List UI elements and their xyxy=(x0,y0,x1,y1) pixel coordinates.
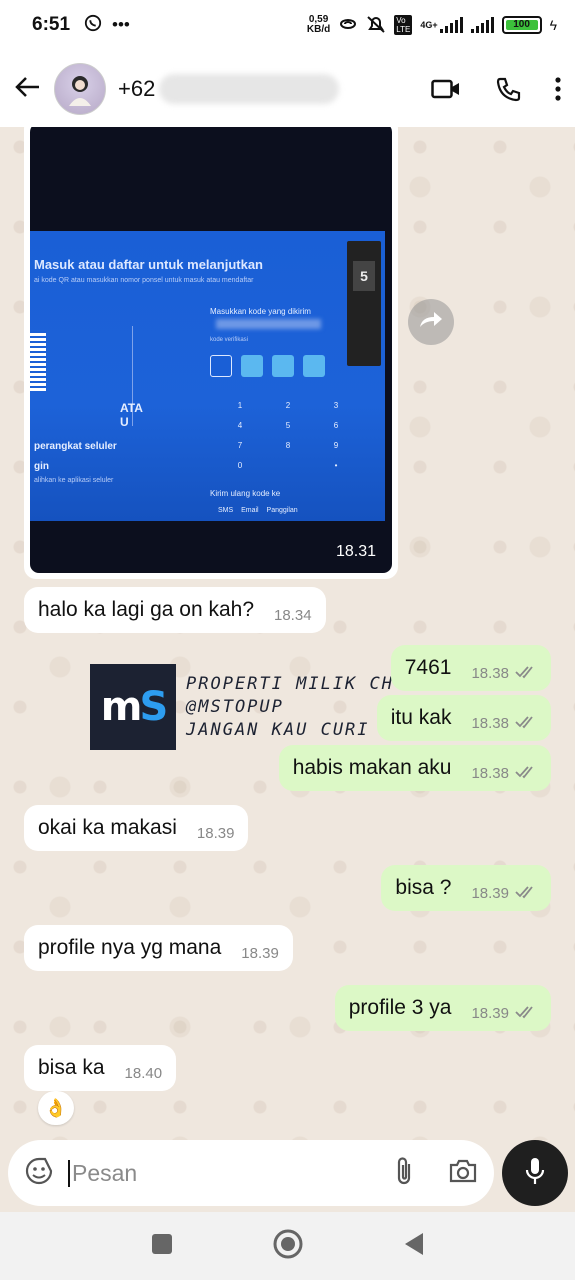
watermark-logo: mS xyxy=(90,664,176,750)
message-time: 18.39 xyxy=(241,944,279,962)
message-text: bisa ka xyxy=(38,1056,105,1079)
system-nav-bar xyxy=(0,1212,575,1280)
signal-2-icon xyxy=(470,17,494,33)
keypad-key: 0 xyxy=(237,461,243,470)
keypad-key: 4 xyxy=(237,421,243,430)
incoming-message[interactable]: okai ka makasi 18.39 xyxy=(24,805,249,851)
message-time: 18.40 xyxy=(124,1064,163,1082)
back-arrow-icon[interactable] xyxy=(14,72,46,106)
keypad-key: 7 xyxy=(237,441,243,450)
chat-area[interactable]: Masuk atau daftar untuk melanjutkan ai k… xyxy=(0,127,575,1140)
incoming-message[interactable]: bisa ka 18.40 xyxy=(24,1045,177,1091)
keypad-key: 5 xyxy=(285,421,291,430)
message-time: 18.38 xyxy=(471,764,509,782)
camera-icon[interactable] xyxy=(448,1158,478,1189)
redacted-contact-number xyxy=(159,73,340,104)
message-text: 7461 xyxy=(404,656,452,679)
microphone-icon xyxy=(524,1156,546,1191)
incoming-message[interactable]: halo ka lagi ga on kah? 18.34 xyxy=(24,587,326,633)
keypad-key: 9 xyxy=(333,441,339,450)
contact-name[interactable]: +62 xyxy=(118,76,155,102)
message-text: profile 3 ya xyxy=(348,996,452,1019)
keypad-key: 2 xyxy=(285,401,291,410)
message-text: itu kak xyxy=(390,706,452,729)
outgoing-message[interactable]: itu kak 18.38 xyxy=(376,695,551,741)
keypad-key xyxy=(264,461,312,470)
photo: Masuk atau daftar untuk melanjutkan ai k… xyxy=(30,127,392,573)
recent-apps-button[interactable] xyxy=(151,1233,173,1260)
read-receipt-icon xyxy=(515,661,537,685)
message-input[interactable]: Pesan xyxy=(68,1159,137,1187)
incoming-message[interactable]: profile nya yg mana 18.39 xyxy=(24,925,293,971)
outgoing-message[interactable]: profile 3 ya 18.39 xyxy=(334,985,551,1031)
keypad-key: 8 xyxy=(285,441,291,450)
keypad-key: 1 xyxy=(237,401,243,410)
back-button[interactable] xyxy=(403,1232,425,1261)
reaction-emoji[interactable]: 👌 xyxy=(38,1091,74,1125)
status-bar: 6:51 ••• 0,59 KB/d Vo LTE 4G+ 100 ϟ xyxy=(0,0,575,50)
message-time: 18.34 xyxy=(274,606,312,624)
message-text: habis makan aku xyxy=(292,756,452,779)
battery-icon: 100 xyxy=(501,16,542,34)
message-text: profile nya yg mana xyxy=(38,936,222,959)
network-speed: 0,59 KB/d xyxy=(306,14,331,35)
keypad: 1 2 3 4 5 6 7 8 9 0 • xyxy=(216,401,360,470)
voice-call-icon[interactable] xyxy=(495,76,521,102)
avatar[interactable] xyxy=(54,62,106,115)
message-text: halo ka lagi ga on kah? xyxy=(38,598,254,621)
image-message[interactable]: Masuk atau daftar untuk melanjutkan ai k… xyxy=(24,127,398,579)
message-time: 18.39 xyxy=(471,1004,509,1022)
video-call-icon[interactable] xyxy=(431,78,461,100)
tv-screen: Masuk atau daftar untuk melanjutkan ai k… xyxy=(30,231,385,521)
watermark: mS PROPERTI MILIK CH @MSTOPUP JANGAN KAU… xyxy=(90,664,394,750)
keypad-key: • xyxy=(334,461,338,470)
message-time: 18.38 xyxy=(471,664,509,682)
message-time: 18.31 xyxy=(335,543,376,560)
message-input-bar[interactable]: Pesan xyxy=(8,1140,494,1206)
outgoing-message[interactable]: habis makan aku 18.38 xyxy=(278,745,551,791)
attach-icon[interactable] xyxy=(394,1156,414,1191)
code-boxes xyxy=(210,355,325,377)
whatsapp-notification-icon xyxy=(84,14,102,37)
signal-icon: 4G+ xyxy=(420,17,463,33)
read-receipt-icon xyxy=(515,881,537,905)
message-time: 18.39 xyxy=(196,824,235,842)
chat-header: +62 xyxy=(0,50,575,127)
forward-icon xyxy=(418,311,444,334)
volte-icon: Vo LTE xyxy=(394,15,413,35)
qr-code xyxy=(30,331,46,391)
read-receipt-icon xyxy=(515,711,537,735)
clock: 6:51 xyxy=(32,14,71,35)
emoji-icon[interactable] xyxy=(24,1156,54,1191)
keypad-key: 3 xyxy=(333,401,339,410)
outgoing-message[interactable]: 7461 18.38 xyxy=(390,645,551,691)
read-receipt-icon xyxy=(515,1001,537,1025)
hotspot-icon xyxy=(338,16,358,35)
message-time: 18.38 xyxy=(471,714,509,732)
more-notifications-icon: ••• xyxy=(112,15,130,34)
charging-icon: ϟ xyxy=(549,17,557,33)
voice-record-button[interactable] xyxy=(502,1140,568,1206)
forward-button[interactable] xyxy=(408,299,454,345)
keypad-key: 6 xyxy=(333,421,339,430)
more-options-icon[interactable] xyxy=(555,76,561,101)
tv-badge: 5 xyxy=(347,241,381,366)
home-button[interactable] xyxy=(273,1229,303,1264)
message-text: bisa ? xyxy=(395,876,452,899)
message-time: 18.39 xyxy=(471,884,509,902)
read-receipt-icon xyxy=(515,761,537,785)
outgoing-message[interactable]: bisa ? 18.39 xyxy=(381,865,551,911)
message-text: okai ka makasi xyxy=(38,816,177,839)
mute-icon xyxy=(366,15,386,36)
